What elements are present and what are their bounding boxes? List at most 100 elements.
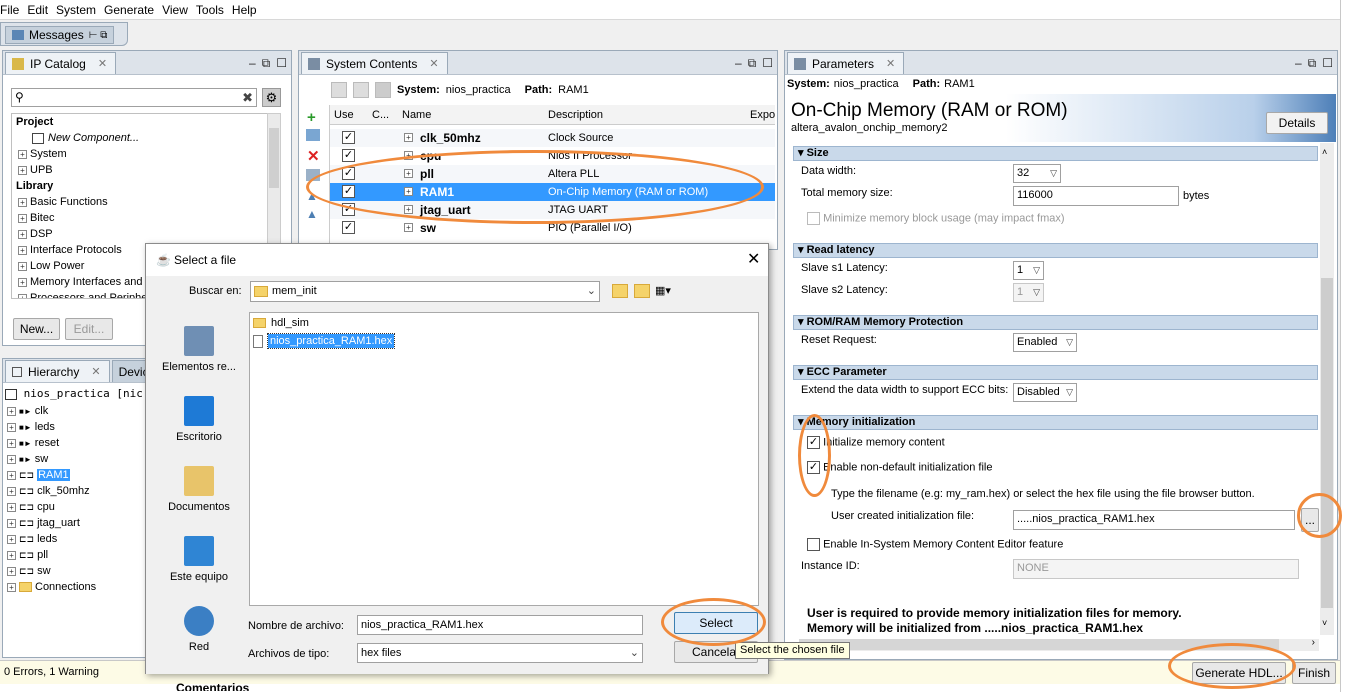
expand-icon[interactable]: + — [7, 406, 16, 416]
menu-item-file[interactable]: File — [0, 0, 23, 20]
expand-icon[interactable]: + — [7, 582, 16, 592]
hierarchy-item[interactable]: + ⊏⊐ cpu — [7, 499, 147, 515]
expand-icon[interactable]: + — [404, 133, 413, 142]
catalog-tree-item[interactable]: + System — [12, 146, 268, 162]
expand-icon[interactable]: + — [7, 454, 16, 464]
close-icon[interactable]: ✕ — [91, 365, 100, 378]
clear-search-icon[interactable]: ✖ — [242, 90, 253, 106]
expand-icon[interactable]: + — [7, 566, 16, 576]
section-memory-protection[interactable]: ▾ ROM/RAM Memory Protection — [793, 315, 1318, 330]
detach-icon[interactable]: ⧉ — [262, 56, 271, 71]
column-header[interactable]: Use — [334, 105, 354, 125]
section-read-latency[interactable]: ▾ Read latency — [793, 243, 1318, 258]
details-button[interactable]: Details — [1266, 112, 1328, 134]
finish-button[interactable]: Finish — [1292, 662, 1336, 684]
hierarchy-view-icon[interactable] — [375, 82, 391, 98]
expand-icon[interactable]: + — [18, 261, 27, 271]
new-component-button[interactable]: New... — [13, 318, 60, 340]
expand-icon[interactable]: + — [18, 245, 27, 255]
catalog-tree-item[interactable]: Project — [12, 114, 268, 130]
catalog-tree-item[interactable]: + UPB — [12, 162, 268, 178]
remove-icon[interactable]: ✕ — [307, 147, 320, 165]
expand-icon[interactable]: + — [7, 486, 16, 496]
expand-icon[interactable]: + — [18, 213, 27, 223]
lookin-select[interactable]: mem_init ⌄ — [250, 281, 600, 302]
minimize-usage-checkbox[interactable]: Minimize memory block usage (may impact … — [807, 212, 1065, 225]
hierarchy-item[interactable]: + ■► reset — [7, 435, 147, 451]
maximize-icon[interactable]: ☐ — [276, 56, 287, 71]
hierarchy-item[interactable]: + ⊏⊐ sw — [7, 563, 147, 579]
data-width-select[interactable]: 32 ▽ — [1013, 164, 1061, 183]
top-level-icon[interactable] — [353, 82, 369, 98]
hierarchy-item[interactable]: + Connections — [7, 579, 147, 595]
expand-icon[interactable]: + — [18, 277, 27, 287]
use-checkbox[interactable]: ✓ — [342, 149, 355, 162]
add-component-icon[interactable] — [306, 129, 320, 141]
catalog-tree-item[interactable]: Library — [12, 178, 268, 194]
hierarchy-item[interactable]: + ⊏⊐ clk_50mhz — [7, 483, 147, 499]
minimize-icon[interactable]: – — [735, 56, 742, 71]
detach-icon[interactable]: ⧉ — [748, 56, 757, 71]
place-item[interactable]: Red — [154, 606, 244, 653]
expand-icon[interactable]: + — [7, 502, 16, 512]
column-header[interactable]: C... — [372, 105, 389, 125]
expand-icon[interactable]: + — [18, 229, 27, 239]
s2-latency-select[interactable]: 1 ▽ — [1013, 283, 1044, 302]
catalog-tree-item[interactable]: New Component... — [12, 130, 268, 146]
place-item[interactable]: Escritorio — [154, 396, 244, 443]
hierarchy-item[interactable]: + ■► leds — [7, 419, 147, 435]
detach-icon[interactable]: ⧉ — [1308, 56, 1317, 71]
expand-icon[interactable]: + — [7, 438, 16, 448]
minimize-icon[interactable]: – — [1295, 56, 1302, 71]
hierarchy-item[interactable]: + ⊏⊐ pll — [7, 547, 147, 563]
expand-icon[interactable]: + — [18, 149, 27, 159]
total-memory-input[interactable]: 116000 — [1013, 186, 1179, 206]
non-default-file-checkbox[interactable]: ✓ Enable non-default initialization file — [807, 461, 992, 474]
tab-parameters[interactable]: Parameters ✕ — [787, 52, 905, 74]
hierarchy-item[interactable]: + ⊏⊐ jtag_uart — [7, 515, 147, 531]
close-icon[interactable]: ✕ — [429, 57, 438, 70]
menu-item-tools[interactable]: Tools — [192, 0, 228, 20]
hierarchy-item[interactable]: + ■► clk — [7, 403, 147, 419]
hierarchy-item[interactable]: + ■► sw — [7, 451, 147, 467]
filetype-select[interactable]: hex files ⌄ — [357, 643, 643, 663]
ecc-extend-select[interactable]: Disabled ▽ — [1013, 383, 1077, 402]
column-header[interactable]: Description — [548, 105, 603, 125]
maximize-icon[interactable]: ☐ — [1322, 56, 1333, 71]
expand-icon[interactable]: + — [7, 470, 16, 480]
tab-ip-catalog[interactable]: IP Catalog ✕ — [5, 52, 117, 74]
settings-icon[interactable]: ⚙ — [262, 88, 281, 107]
edit-component-button[interactable]: Edit... — [65, 318, 113, 340]
column-header[interactable]: Expo — [750, 105, 775, 125]
menu-item-view[interactable]: View — [158, 0, 192, 20]
use-checkbox[interactable]: ✓ — [342, 221, 355, 234]
insystem-editor-checkbox[interactable]: Enable In-System Memory Content Editor f… — [807, 538, 1063, 551]
expand-icon[interactable]: + — [18, 293, 27, 298]
section-size[interactable]: ▾ Size — [793, 146, 1318, 161]
catalog-tree-item[interactable]: + Basic Functions — [12, 194, 268, 210]
use-checkbox[interactable]: ✓ — [342, 131, 355, 144]
view-menu-icon[interactable]: ▦▾ — [655, 284, 677, 298]
expand-icon[interactable]: + — [7, 518, 16, 528]
user-file-input[interactable]: .....nios_practica_RAM1.hex — [1013, 510, 1295, 530]
dialog-close-icon[interactable]: ✕ — [747, 249, 760, 269]
place-item[interactable]: Elementos re... — [154, 326, 244, 373]
new-folder-icon[interactable] — [634, 284, 650, 298]
file-item[interactable]: hdl_sim — [253, 315, 309, 332]
s1-latency-select[interactable]: 1 ▽ — [1013, 261, 1044, 280]
menu-item-system[interactable]: System — [52, 0, 100, 20]
filename-input[interactable]: nios_practica_RAM1.hex — [357, 615, 643, 635]
section-ecc[interactable]: ▾ ECC Parameter — [793, 365, 1318, 380]
expand-icon[interactable]: + — [18, 197, 27, 207]
close-icon[interactable]: ✕ — [886, 57, 895, 70]
catalog-tree-item[interactable]: + Bitec — [12, 210, 268, 226]
file-item[interactable]: nios_practica_RAM1.hex — [253, 333, 396, 350]
expand-icon[interactable]: + — [18, 165, 27, 175]
add-icon[interactable]: + — [307, 109, 316, 126]
menu-item-generate[interactable]: Generate — [100, 0, 158, 20]
section-memory-initialization[interactable]: ▾ Memory initialization — [793, 415, 1318, 430]
tab-messages[interactable]: Messages ⊢ ⧉ — [5, 26, 115, 44]
move-top-icon[interactable]: ▲ — [306, 207, 318, 221]
expand-icon[interactable]: + — [7, 534, 16, 544]
place-item[interactable]: Documentos — [154, 466, 244, 513]
